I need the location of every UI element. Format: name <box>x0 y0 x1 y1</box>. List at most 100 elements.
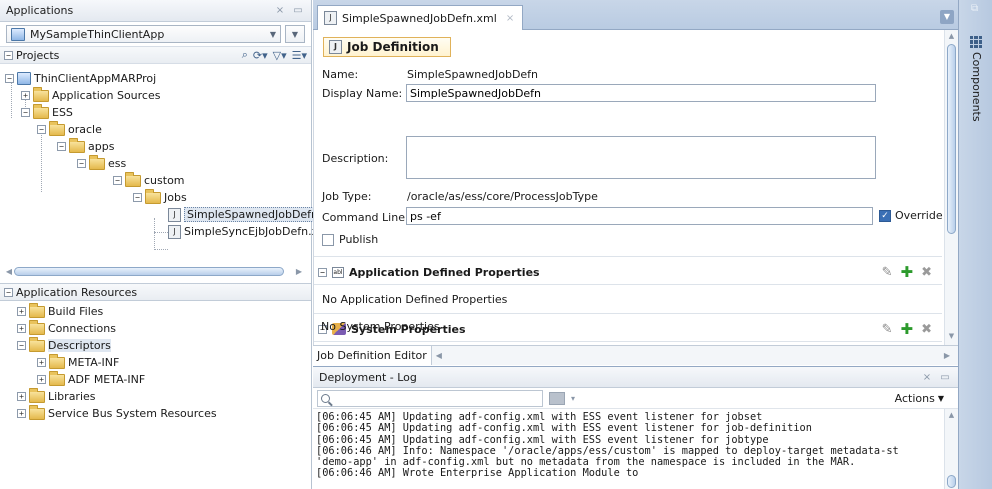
tree-node-jobs[interactable]: − Jobs <box>133 188 187 206</box>
collapse-icon[interactable]: − <box>77 159 86 168</box>
edit-icon[interactable]: ✎ <box>882 265 893 280</box>
tree-node-custom[interactable]: − custom <box>113 171 185 189</box>
components-icon[interactable] <box>970 36 982 48</box>
tree-node-simple-sync-ejb-job[interactable]: J SimpleSyncEjbJobDefn.x <box>168 223 318 240</box>
scrollbar-thumb[interactable] <box>14 266 284 276</box>
application-navigator: Applications × ▭ MySampleThinClientApp ▼… <box>0 0 329 489</box>
expand-icon[interactable]: + <box>17 324 26 333</box>
components-tab-label[interactable]: Components <box>970 52 983 122</box>
tab-list-menu-icon[interactable]: ▼ <box>940 10 954 24</box>
tree-node-application-sources[interactable]: + Application Sources <box>21 86 160 104</box>
scroll-down-icon[interactable]: ▼ <box>945 332 958 340</box>
collapse-icon[interactable]: − <box>5 74 14 83</box>
chevron-down-icon[interactable]: ▼ <box>270 30 276 39</box>
tree-node-apps[interactable]: − apps <box>57 137 115 155</box>
search-icon[interactable]: ⌕ <box>242 48 248 62</box>
projects-header: − Projects ⌕ ⟳▾ ▽▾ ☰▾ <box>0 46 311 64</box>
minimize-icon[interactable]: ▭ <box>291 4 305 18</box>
collapse-icon[interactable]: − <box>318 267 327 277</box>
chevron-down-icon[interactable]: ▾ <box>571 394 575 403</box>
scroll-up-icon[interactable]: ▲ <box>945 32 958 40</box>
collapse-icon[interactable]: − <box>4 50 13 60</box>
expand-icon[interactable]: + <box>17 409 26 418</box>
close-icon[interactable]: × <box>273 4 287 18</box>
bottom-tab-label: Job Definition Editor <box>317 349 427 362</box>
project-icon <box>17 72 31 85</box>
tree-node-ess-sub[interactable]: − ess <box>77 154 126 172</box>
log-search-input[interactable] <box>317 389 543 407</box>
collapse-icon[interactable]: − <box>21 108 30 117</box>
expand-icon[interactable]: + <box>37 375 46 384</box>
close-icon[interactable]: × <box>506 13 514 24</box>
tree-node-meta-inf[interactable]: + META-INF <box>37 353 119 371</box>
expand-icon[interactable]: + <box>37 358 46 367</box>
display-name-field[interactable] <box>406 84 876 102</box>
expand-icon[interactable]: + <box>17 307 26 316</box>
actions-menu-button[interactable]: Actions ▼ <box>895 392 944 405</box>
tree-node-label: ESS <box>52 106 73 119</box>
projects-horizontal-scrollbar[interactable]: ◀ ▶ <box>4 265 304 277</box>
collapse-icon[interactable]: − <box>113 176 122 185</box>
scroll-left-icon[interactable]: ◀ <box>436 351 442 360</box>
log-vertical-scrollbar[interactable]: ▲ <box>944 409 958 489</box>
log-filter-button[interactable] <box>549 391 565 405</box>
publish-checkbox[interactable] <box>322 233 334 246</box>
tree-node-label: Connections <box>48 322 116 335</box>
tree-node-adf-meta-inf[interactable]: + ADF META-INF <box>37 370 145 388</box>
scrollbar-thumb[interactable] <box>947 475 956 488</box>
delete-icon[interactable]: ✖ <box>921 265 932 280</box>
add-icon[interactable]: ✚ <box>901 320 914 338</box>
tree-node-simple-spawned-job[interactable]: J SimpleSpawnedJobDefn.: <box>168 206 329 223</box>
override-checkbox[interactable]: ✓ <box>879 209 891 222</box>
tree-node-oracle[interactable]: − oracle <box>37 120 102 138</box>
log-title: Deployment - Log <box>319 370 417 384</box>
tree-node-build-files[interactable]: + Build Files <box>17 302 103 320</box>
command-line-field[interactable] <box>406 207 873 225</box>
sort-icon[interactable]: ☰▾ <box>292 49 307 62</box>
tree-node-label: apps <box>88 140 115 153</box>
close-icon[interactable]: × <box>920 370 934 384</box>
edit-icon[interactable]: ✎ <box>882 322 893 337</box>
restore-icon[interactable]: ⧉ <box>971 3 978 14</box>
tree-node-ess[interactable]: − ESS <box>21 103 73 121</box>
scrollbar-thumb[interactable] <box>947 44 956 234</box>
collapse-icon[interactable]: − <box>57 142 66 151</box>
filter-icon[interactable]: ▽▾ <box>273 49 287 62</box>
description-field[interactable] <box>406 136 876 179</box>
tree-node-project[interactable]: − ThinClientAppMARProj <box>5 70 156 87</box>
application-defined-properties-header[interactable]: − abl Application Defined Properties ✎ ✚… <box>318 262 938 282</box>
expand-icon[interactable]: + <box>17 392 26 401</box>
minimize-icon[interactable]: ▭ <box>938 370 952 384</box>
expand-icon[interactable]: + <box>21 91 30 100</box>
editor-vertical-scrollbar[interactable]: ▲ ▼ <box>944 30 958 345</box>
application-menu-button[interactable]: ▼ <box>285 25 305 43</box>
job-definition-icon: J <box>168 224 181 239</box>
tree-node-libraries[interactable]: + Libraries <box>17 387 96 405</box>
scroll-up-icon[interactable]: ▲ <box>945 411 958 419</box>
scroll-right-icon[interactable]: ▶ <box>294 267 304 276</box>
scroll-right-icon[interactable]: ▶ <box>944 351 950 360</box>
collapse-icon[interactable]: − <box>133 193 142 202</box>
tab-job-definition-editor[interactable]: Job Definition Editor <box>313 346 432 365</box>
scroll-left-icon[interactable]: ◀ <box>4 267 14 276</box>
job-definition-icon: J <box>168 207 181 222</box>
add-icon[interactable]: ✚ <box>901 263 914 281</box>
document-tab[interactable]: J SimpleSpawnedJobDefn.xml × <box>317 5 524 30</box>
sync-icon[interactable]: ⟳▾ <box>253 49 268 62</box>
tree-node-connections[interactable]: + Connections <box>17 319 116 337</box>
application-resources-header[interactable]: − Application Resources <box>0 283 311 301</box>
collapse-icon[interactable]: − <box>17 341 26 350</box>
tree-node-descriptors[interactable]: − Descriptors <box>17 336 111 354</box>
application-dropdown[interactable]: MySampleThinClientApp ▼ <box>6 25 281 43</box>
actions-label: Actions <box>894 391 935 405</box>
sys-props-actions: ✎ ✚ ✖ <box>882 320 932 338</box>
tree-node-service-bus[interactable]: + Service Bus System Resources <box>17 404 217 422</box>
log-output[interactable]: [06:06:45 AM] Updating adf-config.xml wi… <box>313 409 958 488</box>
collapse-icon[interactable]: − <box>4 287 13 297</box>
tree-node-label: custom <box>144 174 185 187</box>
command-line-label: Command Line: <box>322 211 409 224</box>
override-option[interactable]: ✓ Override <box>879 209 943 222</box>
publish-option[interactable]: Publish <box>322 233 378 246</box>
delete-icon[interactable]: ✖ <box>921 322 932 337</box>
collapse-icon[interactable]: − <box>37 125 46 134</box>
